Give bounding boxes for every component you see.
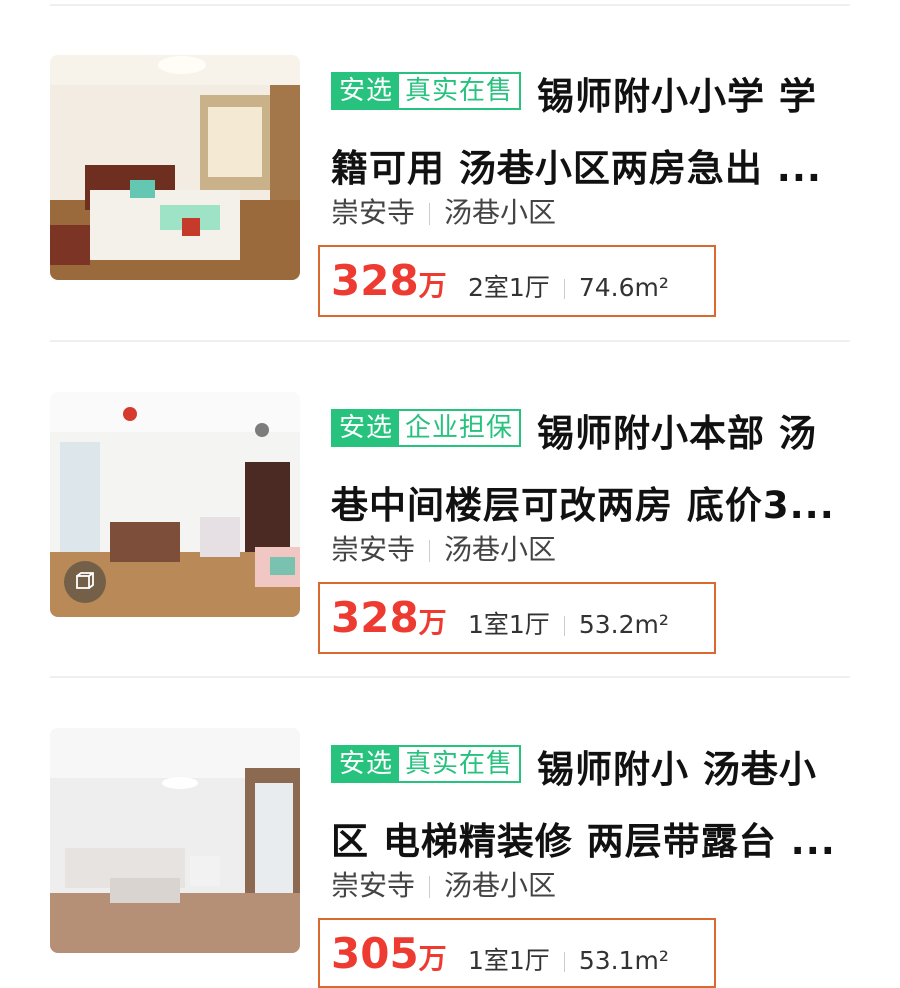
listing-size: 53.2m² xyxy=(578,610,669,639)
separator xyxy=(429,876,431,898)
listing-tags: 安选 真实在售 xyxy=(331,745,522,783)
price-value: 328 xyxy=(331,593,419,642)
listing-card[interactable]: 安选 企业担保 锡师附小本部 汤巷中间楼层可改两房 底价3... 崇安寺 汤巷小区… xyxy=(0,392,900,654)
tag-anxuan: 安选 xyxy=(333,74,400,108)
price-highlight-box: 328万 1室1厅 53.2m² xyxy=(318,582,716,654)
listing-layout: 1室1厅 xyxy=(468,610,550,639)
listing-community: 汤巷小区 xyxy=(444,869,557,902)
listing-community: 汤巷小区 xyxy=(444,196,557,229)
listing-price: 328万 xyxy=(331,594,447,642)
tag-secondary: 真实在售 xyxy=(399,747,520,781)
separator xyxy=(563,952,565,972)
listing-title[interactable]: 安选 企业担保 锡师附小本部 汤巷中间楼层可改两房 底价3... xyxy=(331,398,851,542)
listing-location: 崇安寺 汤巷小区 xyxy=(331,195,556,231)
separator xyxy=(429,540,431,562)
price-unit: 万 xyxy=(418,269,447,302)
price-value: 328 xyxy=(331,256,419,305)
listing-location: 崇安寺 汤巷小区 xyxy=(331,868,556,904)
tag-secondary: 真实在售 xyxy=(399,74,520,108)
listing-card[interactable]: 安选 真实在售 锡师附小 汤巷小区 电梯精装修 两层带露台 ... 崇安寺 汤巷小… xyxy=(0,728,900,988)
listing-area: 崇安寺 xyxy=(331,196,416,229)
listing-area: 崇安寺 xyxy=(331,533,416,566)
price-highlight-box: 305万 1室1厅 53.1m² xyxy=(318,918,716,988)
listing-tags: 安选 企业担保 xyxy=(331,409,522,447)
separator xyxy=(563,279,565,299)
listing-area: 崇安寺 xyxy=(331,869,416,902)
listing-community: 汤巷小区 xyxy=(444,533,557,566)
listing-title[interactable]: 安选 真实在售 锡师附小 汤巷小区 电梯精装修 两层带露台 ... xyxy=(331,734,851,878)
listing-layout: 2室1厅 xyxy=(468,273,550,302)
tag-anxuan: 安选 xyxy=(333,411,400,445)
listing-price: 305万 xyxy=(331,930,447,978)
vr-cube-icon[interactable] xyxy=(64,561,106,603)
top-divider xyxy=(50,4,850,6)
listing-title[interactable]: 安选 真实在售 锡师附小小学 学籍可用 汤巷小区两房急出 ... xyxy=(331,61,851,205)
listing-specs: 1室1厅 53.1m² xyxy=(468,944,669,978)
listing-photo[interactable] xyxy=(50,392,300,617)
listing-divider xyxy=(50,676,850,678)
price-unit: 万 xyxy=(418,942,447,975)
price-value: 305 xyxy=(331,929,419,978)
listing-specs: 1室1厅 53.2m² xyxy=(468,608,669,642)
listing-specs: 2室1厅 74.6m² xyxy=(468,271,669,305)
listing-tags: 安选 真实在售 xyxy=(331,72,522,110)
listing-layout: 1室1厅 xyxy=(468,946,550,975)
listing-location: 崇安寺 汤巷小区 xyxy=(331,532,556,568)
separator xyxy=(429,203,431,225)
listing-photo[interactable] xyxy=(50,728,300,953)
price-unit: 万 xyxy=(418,606,447,639)
listing-card[interactable]: 安选 真实在售 锡师附小小学 学籍可用 汤巷小区两房急出 ... 崇安寺 汤巷小区… xyxy=(0,55,900,317)
price-highlight-box: 328万 2室1厅 74.6m² xyxy=(318,245,716,317)
listing-photo[interactable] xyxy=(50,55,300,280)
listing-size: 74.6m² xyxy=(578,273,669,302)
listing-price: 328万 xyxy=(331,257,447,305)
separator xyxy=(563,616,565,636)
tag-secondary: 企业担保 xyxy=(399,411,520,445)
listing-size: 53.1m² xyxy=(578,946,669,975)
listing-divider xyxy=(50,340,850,342)
tag-anxuan: 安选 xyxy=(333,747,400,781)
